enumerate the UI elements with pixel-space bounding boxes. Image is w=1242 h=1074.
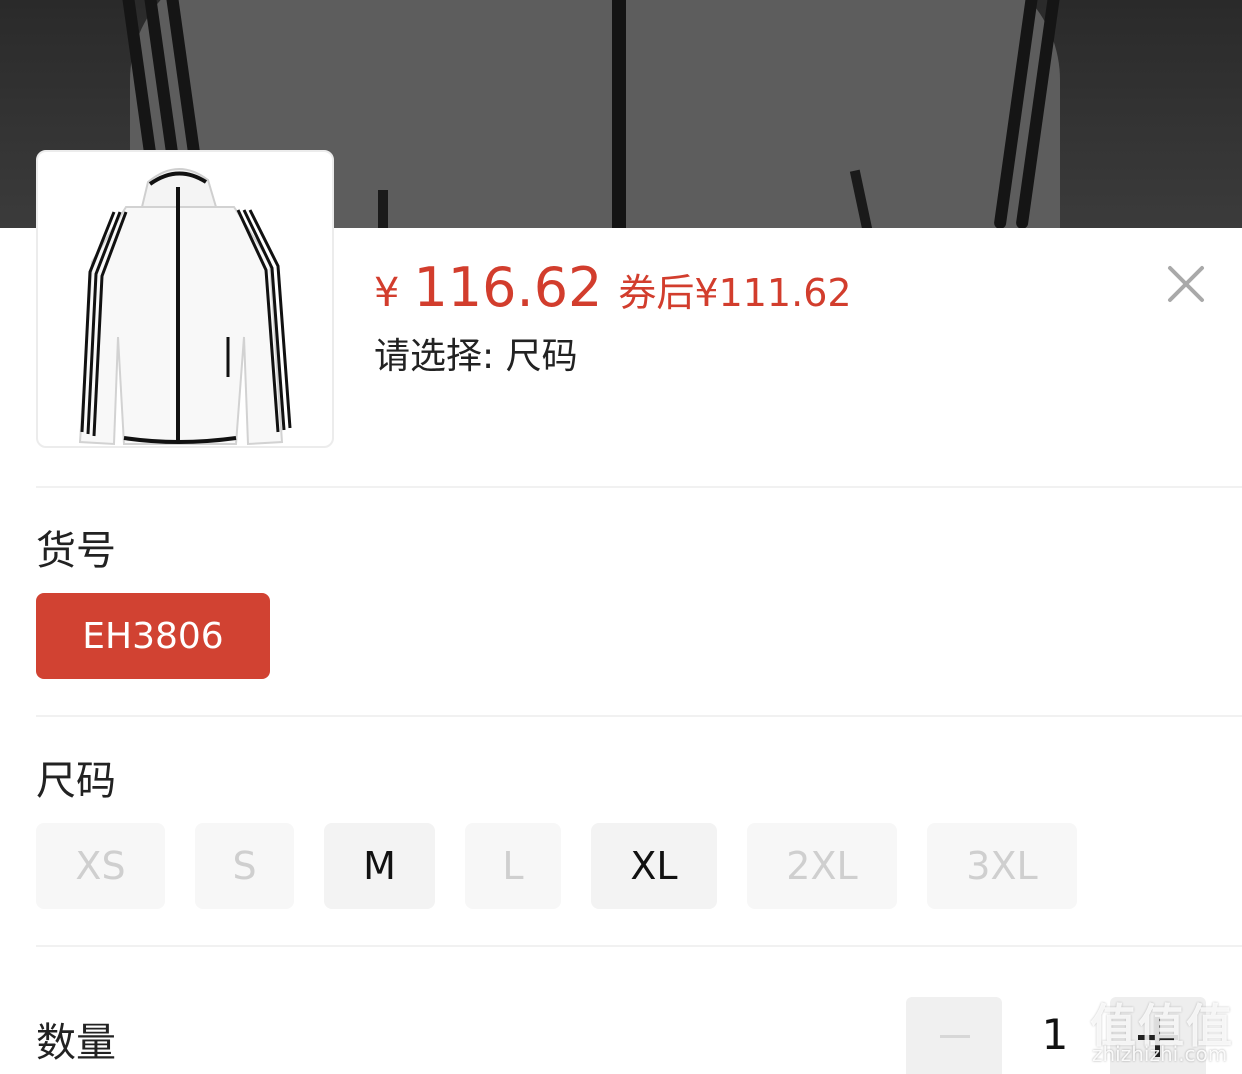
quantity-value[interactable]: 1: [1020, 1010, 1090, 1059]
close-icon: [1168, 266, 1204, 302]
divider: [36, 486, 1242, 488]
sku-section-title: 货号: [36, 528, 116, 574]
size-option-2xl[interactable]: 2XL: [747, 823, 897, 909]
backdrop-pocket: [378, 190, 388, 228]
quantity-increase-button[interactable]: [1110, 997, 1206, 1074]
plus-icon-bar: [1138, 1035, 1178, 1040]
size-option-m[interactable]: M: [324, 823, 435, 909]
quantity-decrease-button[interactable]: [906, 997, 1002, 1074]
sku-option-eh3806[interactable]: EH3806: [36, 593, 270, 679]
size-option-l[interactable]: L: [465, 823, 561, 909]
selection-hint: 请选择: 尺码: [374, 336, 578, 377]
size-option-xl[interactable]: XL: [591, 823, 717, 909]
price-currency-symbol: ¥: [374, 270, 400, 316]
price-value: 116.62: [413, 256, 603, 319]
size-section-title: 尺码: [36, 758, 116, 804]
divider: [36, 715, 1242, 717]
size-option-3xl[interactable]: 3XL: [927, 823, 1077, 909]
quantity-section-title: 数量: [36, 1020, 116, 1066]
size-option-s[interactable]: S: [195, 823, 294, 909]
minus-icon: [940, 1035, 970, 1038]
backdrop-zipper: [612, 0, 626, 228]
white-jacket-icon: [78, 168, 292, 446]
price-row: ¥ 116.62 券后¥111.62: [374, 256, 852, 319]
size-option-xs[interactable]: XS: [36, 823, 165, 909]
close-button[interactable]: [1160, 258, 1212, 310]
product-thumbnail: [36, 150, 334, 448]
divider: [36, 945, 1242, 947]
coupon-price: 券后¥111.62: [618, 271, 852, 315]
